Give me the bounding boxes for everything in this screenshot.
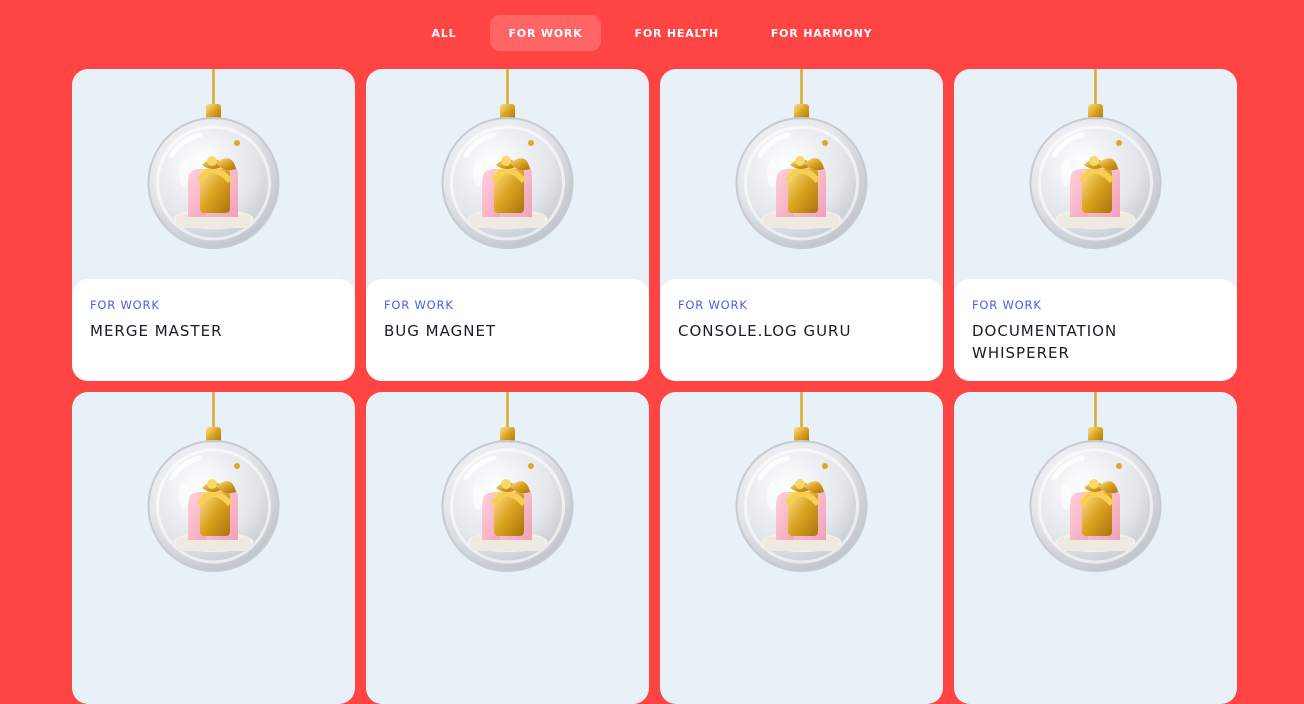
- card-image: [366, 69, 649, 279]
- card-category: FOR WORK: [972, 298, 1042, 312]
- product-card-partial[interactable]: [72, 392, 355, 704]
- card-title: BUG MAGNET: [384, 322, 497, 340]
- product-card[interactable]: FOR WORK BUG MAGNET: [366, 69, 649, 381]
- christmas-ornament-gift-image: [72, 69, 355, 279]
- product-card[interactable]: FOR WORK DOCUMENTATION WHISPERER: [954, 69, 1237, 381]
- product-grid: FOR WORK MERGE MASTER FOR WORK BUG MAGNE…: [72, 69, 1238, 704]
- christmas-ornament-gift-image: [366, 69, 649, 279]
- christmas-ornament-gift-image: [954, 69, 1237, 279]
- product-card-partial[interactable]: [660, 392, 943, 704]
- card-info: FOR WORK DOCUMENTATION WHISPERER: [954, 279, 1237, 381]
- card-image: [954, 392, 1237, 602]
- tab-for-harmony[interactable]: FOR HARMONY: [753, 15, 891, 51]
- product-card[interactable]: FOR WORK MERGE MASTER: [72, 69, 355, 381]
- card-title: DOCUMENTATION WHISPERER: [972, 322, 1118, 362]
- christmas-ornament-gift-image: [660, 69, 943, 279]
- card-image: [660, 69, 943, 279]
- product-card[interactable]: FOR WORK CONSOLE.LOG GURU: [660, 69, 943, 381]
- card-info: FOR WORK BUG MAGNET: [366, 279, 649, 381]
- card-image: [72, 69, 355, 279]
- card-info: FOR WORK MERGE MASTER: [72, 279, 355, 381]
- card-image: [72, 392, 355, 602]
- card-image: [954, 69, 1237, 279]
- tab-all[interactable]: ALL: [414, 15, 475, 51]
- tab-for-health[interactable]: FOR HEALTH: [617, 15, 737, 51]
- card-category: FOR WORK: [678, 298, 748, 312]
- card-category: FOR WORK: [384, 298, 454, 312]
- christmas-ornament-gift-image: [366, 392, 649, 602]
- card-title: CONSOLE.LOG GURU: [678, 322, 852, 340]
- category-tabs: ALL FOR WORK FOR HEALTH FOR HARMONY: [0, 15, 1304, 51]
- card-title: MERGE MASTER: [90, 322, 223, 340]
- product-card-partial[interactable]: [954, 392, 1237, 704]
- christmas-ornament-gift-image: [72, 392, 355, 602]
- card-image: [366, 392, 649, 602]
- christmas-ornament-gift-image: [660, 392, 943, 602]
- card-image: [660, 392, 943, 602]
- card-category: FOR WORK: [90, 298, 160, 312]
- tab-for-work[interactable]: FOR WORK: [490, 15, 601, 51]
- christmas-ornament-gift-image: [954, 392, 1237, 602]
- product-card-partial[interactable]: [366, 392, 649, 704]
- card-info: FOR WORK CONSOLE.LOG GURU: [660, 279, 943, 381]
